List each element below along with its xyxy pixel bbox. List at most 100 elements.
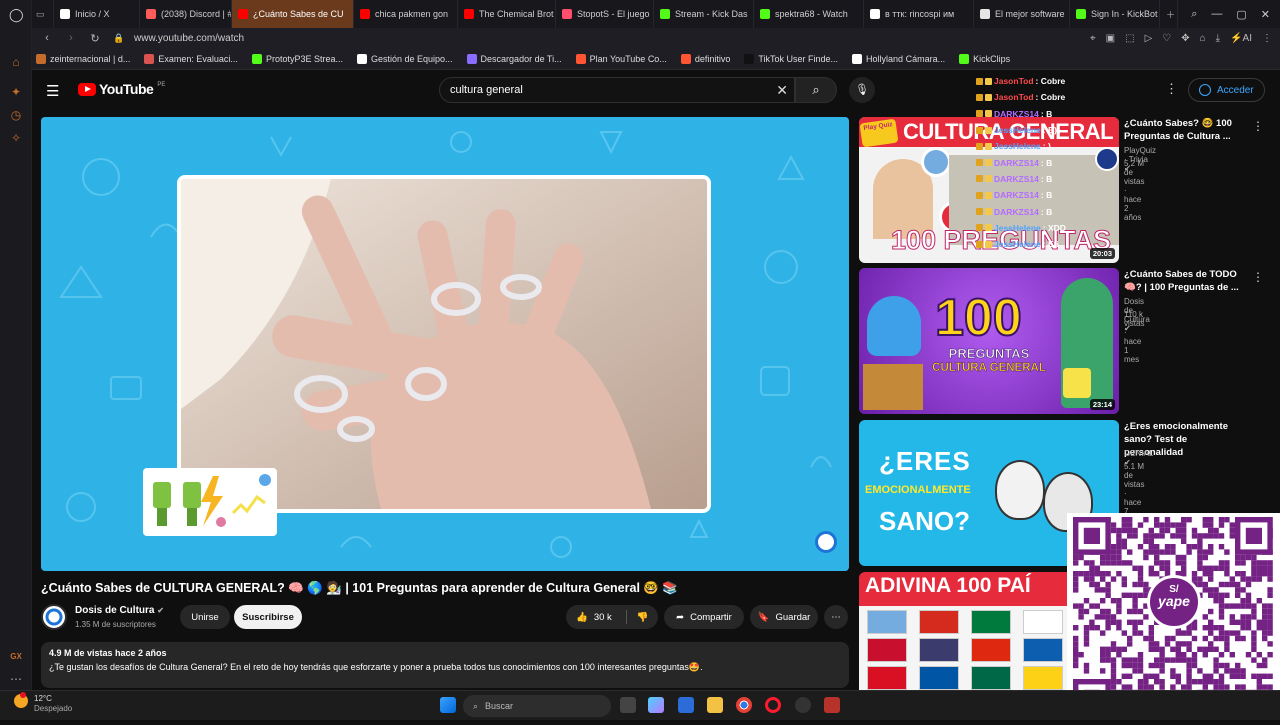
- voice-search-icon[interactable]: 🎙: [849, 77, 875, 103]
- youtube-logo[interactable]: YouTube PE: [78, 81, 165, 97]
- bookmark-favicon-icon: [356, 53, 367, 64]
- flag-icon: [971, 638, 1011, 662]
- duration-badge: 23:14: [1089, 399, 1115, 410]
- channel-name[interactable]: Dosis de Cultura ✔: [75, 605, 164, 616]
- download-icon[interactable]: ⤓: [1216, 33, 1220, 44]
- tab-9[interactable]: El mejor software: [974, 0, 1070, 28]
- task-view-icon[interactable]: [620, 697, 636, 713]
- tab-10[interactable]: Sign In - KickBot: [1070, 0, 1160, 28]
- bookmark-item[interactable]: zeinternacional | d...: [36, 53, 130, 64]
- app-icon[interactable]: [824, 697, 840, 713]
- weather-widget[interactable]: 12°C Despejado: [34, 694, 72, 714]
- more-icon[interactable]: ⋯: [9, 672, 23, 686]
- tab-3[interactable]: chica pakmen gon: [354, 0, 458, 28]
- search-button[interactable]: ⌕: [795, 77, 837, 103]
- store-icon[interactable]: [678, 697, 694, 713]
- opera-gx-icon[interactable]: [765, 697, 781, 713]
- dislike-icon[interactable]: 👎: [637, 612, 649, 623]
- tab-1[interactable]: (2038) Discord | #: [140, 0, 232, 28]
- rec-menu-icon[interactable]: ⋮: [1252, 119, 1264, 133]
- subscribe-button[interactable]: Suscribirse: [234, 605, 302, 629]
- tab-6[interactable]: Stream - Kick Das: [654, 0, 754, 28]
- more-actions-icon[interactable]: ⋯: [824, 605, 848, 629]
- bookmark-favicon-icon: [575, 53, 586, 64]
- like-count[interactable]: 30 k: [594, 612, 612, 623]
- badge-icon: [976, 142, 983, 150]
- tab-label: в ттк: rincospi им: [885, 9, 955, 19]
- obs-icon[interactable]: [795, 697, 811, 713]
- menu-icon[interactable]: ⋮: [1262, 33, 1272, 44]
- recommendation-2[interactable]: 100 PREGUNTAS CULTURA GENERAL 23:14 ¿Cuá…: [859, 268, 1264, 414]
- channel-watermark-icon[interactable]: [815, 531, 837, 553]
- start-icon[interactable]: [440, 697, 456, 713]
- puzzle-icon[interactable]: ✥: [1181, 33, 1189, 44]
- tab-8[interactable]: в ттк: rincospi им: [864, 0, 974, 28]
- minimize-icon[interactable]: —: [1211, 8, 1222, 20]
- rec-thumbnail[interactable]: 100 PREGUNTAS CULTURA GENERAL 23:14: [859, 268, 1119, 414]
- bookmark-item[interactable]: Hollyland Cámara...: [852, 53, 945, 64]
- tab-4[interactable]: The Chemical Brot: [458, 0, 556, 28]
- hamburger-menu-icon[interactable]: ☰: [46, 82, 59, 100]
- taskbar-search[interactable]: ⌕ Buscar: [463, 695, 611, 717]
- search-value: cultura general: [450, 84, 523, 96]
- settings-more-icon[interactable]: ⋮: [1165, 81, 1178, 97]
- tab-search-icon[interactable]: ⌕: [1191, 8, 1197, 21]
- tab-2[interactable]: ¿Cuánto Sabes de CU: [232, 0, 354, 28]
- pin-icon[interactable]: ⌖: [1090, 33, 1096, 44]
- signin-button[interactable]: Acceder: [1188, 78, 1265, 102]
- description-box[interactable]: 4.9 M de vistas hace 2 años ¿Te gustan l…: [41, 642, 849, 688]
- user-icon: [1199, 84, 1211, 96]
- like-icon[interactable]: 👍: [576, 612, 588, 623]
- forward-icon[interactable]: ›: [62, 32, 80, 44]
- chat-message: JessHelene: ): [976, 138, 1136, 154]
- lock-icon: 🔒: [113, 32, 125, 43]
- maximize-icon[interactable]: ▢: [1236, 8, 1246, 21]
- workspaces-icon[interactable]: ▭: [32, 0, 54, 28]
- channel-avatar[interactable]: [41, 604, 67, 630]
- rec-title[interactable]: ¿Cuánto Sabes de TODO 🧠? | 100 Preguntas…: [1124, 268, 1242, 294]
- video-player[interactable]: [41, 117, 849, 571]
- bookmark-item[interactable]: Plan YouTube Co...: [575, 53, 667, 64]
- tab-0[interactable]: Inicio / X: [54, 0, 140, 28]
- explorer-icon[interactable]: [707, 697, 723, 713]
- chat-user: JasonTod: [994, 76, 1034, 87]
- new-tab-icon[interactable]: ＋: [1160, 0, 1178, 28]
- player-icon[interactable]: ▷: [1145, 33, 1153, 44]
- wallet-icon[interactable]: ⌂: [1200, 33, 1206, 44]
- gx-corner-label[interactable]: GX: [9, 650, 23, 664]
- snapshot-icon[interactable]: ▣: [1106, 33, 1115, 44]
- search-input[interactable]: cultura general ✕: [439, 77, 795, 103]
- bookmark-item[interactable]: PrototyP3E Strea...: [251, 53, 343, 64]
- share-button[interactable]: ➦ Compartir: [664, 605, 744, 629]
- reload-icon[interactable]: ↻: [86, 32, 104, 45]
- save-button[interactable]: 🔖 Guardar: [750, 605, 818, 629]
- rec-menu-icon[interactable]: ⋮: [1252, 270, 1264, 284]
- bookmark-item[interactable]: KickClips: [959, 53, 1010, 64]
- flag-icon: [919, 666, 959, 690]
- opera-logo-icon[interactable]: ◯: [9, 8, 24, 22]
- rec-title[interactable]: ¿Cuánto Sabes? 🤓 100 Preguntas de Cultur…: [1124, 117, 1242, 143]
- bookmark-item[interactable]: definitivo: [680, 53, 730, 64]
- home-icon[interactable]: ⌂: [9, 55, 23, 69]
- clear-search-icon[interactable]: ✕: [776, 82, 788, 99]
- bookmark-item[interactable]: TikTok User Finde...: [744, 53, 838, 64]
- bookmark-icon[interactable]: ✦: [9, 85, 23, 99]
- tab-5[interactable]: StopotS - El juego: [556, 0, 654, 28]
- heart-icon[interactable]: ♡: [1162, 33, 1171, 44]
- history-icon[interactable]: ◷: [9, 108, 23, 122]
- copilot-icon[interactable]: [648, 697, 664, 713]
- ai-icon[interactable]: ⚡AI: [1230, 33, 1252, 44]
- join-button[interactable]: Unirse: [180, 605, 230, 629]
- close-window-icon[interactable]: ✕: [1261, 8, 1270, 21]
- badge-icon: [976, 126, 983, 134]
- chrome-icon[interactable]: [736, 697, 752, 713]
- url-field[interactable]: www.youtube.com/watch: [134, 33, 244, 44]
- tab-7[interactable]: spektra68 - Watch: [754, 0, 864, 28]
- bookmark-item[interactable]: Examen: Evaluaci...: [144, 53, 238, 64]
- hands-rings-image: [181, 179, 707, 509]
- back-icon[interactable]: ‹: [38, 32, 56, 44]
- bookmark-item[interactable]: Descargador de Ti...: [466, 53, 562, 64]
- extensions-icon[interactable]: ✧: [9, 131, 23, 145]
- vpn-icon[interactable]: ⬚: [1125, 33, 1134, 44]
- bookmark-item[interactable]: Gestión de Equipo...: [356, 53, 453, 64]
